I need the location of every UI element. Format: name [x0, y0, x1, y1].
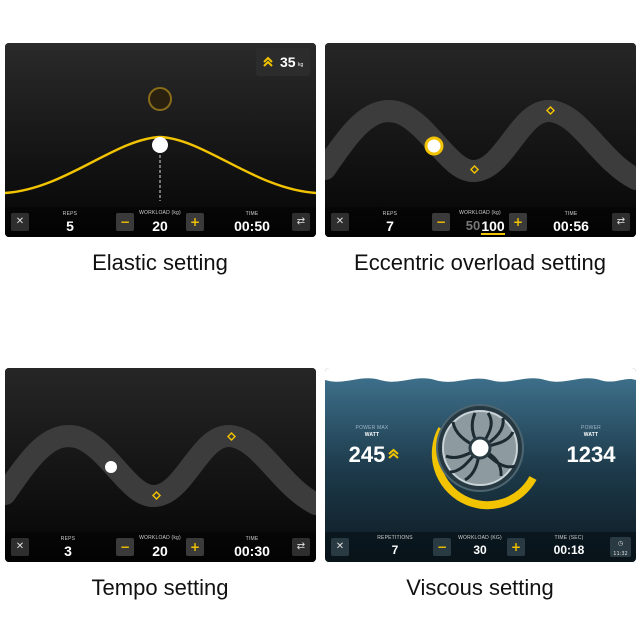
- swap-icon: ⇄: [296, 541, 306, 552]
- control-bar: ✕ REPS 3 − WORKLOAD (kg) 20 + TIME 00:30…: [5, 532, 316, 562]
- clock-time: 11:32: [613, 551, 628, 557]
- reps-label: REPS: [60, 536, 76, 542]
- time-label: TIME (SEC): [554, 535, 584, 541]
- close-button[interactable]: ✕: [11, 538, 29, 556]
- increase-workload-button[interactable]: +: [186, 213, 204, 231]
- elastic-panel: 35 kg ✕ REPS 5 − WORKLOAD (kg) 20 + TIME…: [5, 43, 316, 237]
- time-label: TIME: [245, 211, 259, 217]
- workload-label: WORKLOAD (KG): [458, 535, 502, 541]
- decrease-workload-button[interactable]: −: [116, 213, 134, 231]
- tempo-panel: ✕ REPS 3 − WORKLOAD (kg) 20 + TIME 00:30…: [5, 368, 316, 562]
- control-bar: ✕ REPS 7 − WORKLOAD (kg) 50 100 + TIME 0…: [325, 207, 636, 237]
- swap-button[interactable]: ⇄: [292, 538, 310, 556]
- chevrons-up-icon: [263, 56, 273, 67]
- decrease-workload-button[interactable]: −: [432, 213, 450, 231]
- increase-workload-button[interactable]: +: [507, 538, 525, 556]
- clock-icon: ◷: [617, 540, 624, 547]
- workload-underline: [481, 233, 505, 235]
- close-button[interactable]: ✕: [331, 538, 349, 556]
- workload-value: 20: [152, 543, 168, 559]
- workload-value: 20: [152, 218, 168, 234]
- repetitions-value: 7: [391, 543, 399, 557]
- swap-icon: ⇄: [616, 216, 626, 227]
- viscous-panel: POWER MAX WATT 245 POWER WATT 1234 ✕ REP…: [325, 368, 636, 562]
- power-max-value: 245: [348, 442, 386, 467]
- close-icon: ✕: [335, 216, 345, 227]
- time-value: 00:56: [553, 218, 589, 234]
- increase-workload-button[interactable]: +: [186, 538, 204, 556]
- time-value: 00:30: [234, 543, 270, 559]
- plus-icon: +: [512, 215, 524, 229]
- reps-value: 5: [66, 218, 74, 234]
- control-bar: ✕ REPETITIONS 7 − WORKLOAD (KG) 30 + TIM…: [325, 532, 636, 562]
- workload-label: WORKLOAD (kg): [139, 210, 181, 216]
- power-max-label: POWER MAX: [355, 425, 389, 431]
- minus-icon: −: [119, 540, 131, 554]
- load-badge: 35 kg: [256, 48, 310, 76]
- reps-value: 7: [386, 218, 394, 234]
- minus-icon: −: [435, 215, 447, 229]
- workload-label: WORKLOAD (kg): [459, 210, 501, 216]
- badge-value: 35: [280, 54, 296, 70]
- minus-icon: −: [119, 215, 131, 229]
- time-value: 00:50: [234, 218, 270, 234]
- time-label: TIME: [564, 211, 578, 217]
- tempo-handle: [105, 461, 117, 473]
- caption-eccentric: Eccentric overload setting: [354, 250, 606, 275]
- clock-button[interactable]: ◷ 11:32: [610, 537, 631, 557]
- power-unit: WATT: [583, 432, 599, 438]
- reps-value: 3: [64, 543, 72, 559]
- minus-icon: −: [436, 540, 448, 554]
- plus-icon: +: [189, 215, 201, 229]
- reps-label: REPS: [62, 211, 78, 217]
- close-icon: ✕: [15, 216, 25, 227]
- workload-value: 30: [473, 543, 487, 557]
- decrease-workload-button[interactable]: −: [433, 538, 451, 556]
- workload-value: 100: [481, 218, 505, 234]
- power-value: 1234: [566, 442, 616, 467]
- swap-button[interactable]: ⇄: [612, 213, 630, 231]
- close-icon: ✕: [335, 541, 345, 552]
- decrease-workload-button[interactable]: −: [116, 538, 134, 556]
- time-label: TIME: [245, 536, 259, 542]
- close-button[interactable]: ✕: [11, 213, 29, 231]
- elastic-target-circle: [148, 87, 172, 111]
- swap-button[interactable]: ⇄: [292, 213, 310, 231]
- reps-label: REPS: [382, 211, 398, 217]
- plus-icon: +: [189, 540, 201, 554]
- close-icon: ✕: [15, 541, 25, 552]
- control-bar: ✕ REPS 5 − WORKLOAD (kg) 20 + TIME 00:50…: [5, 207, 316, 237]
- repetitions-label: REPETITIONS: [377, 535, 413, 541]
- eccentric-handle: [424, 136, 444, 156]
- caption-viscous: Viscous setting: [406, 575, 554, 600]
- caption-tempo: Tempo setting: [91, 575, 229, 600]
- plus-icon: +: [510, 540, 522, 554]
- swap-icon: ⇄: [296, 216, 306, 227]
- power-label: POWER: [581, 425, 601, 431]
- elastic-handle: [152, 137, 168, 153]
- close-button[interactable]: ✕: [331, 213, 349, 231]
- power-max-unit: WATT: [364, 432, 380, 438]
- chevrons-up-icon: [388, 448, 399, 459]
- turbine-hub: [468, 436, 492, 460]
- caption-elastic: Elastic setting: [92, 250, 228, 275]
- workload-label: WORKLOAD (kg): [139, 535, 181, 541]
- badge-unit: kg: [298, 62, 304, 68]
- eccentric-panel: ✕ REPS 7 − WORKLOAD (kg) 50 100 + TIME 0…: [325, 43, 636, 237]
- time-value: 00:18: [553, 543, 585, 557]
- increase-workload-button[interactable]: +: [509, 213, 527, 231]
